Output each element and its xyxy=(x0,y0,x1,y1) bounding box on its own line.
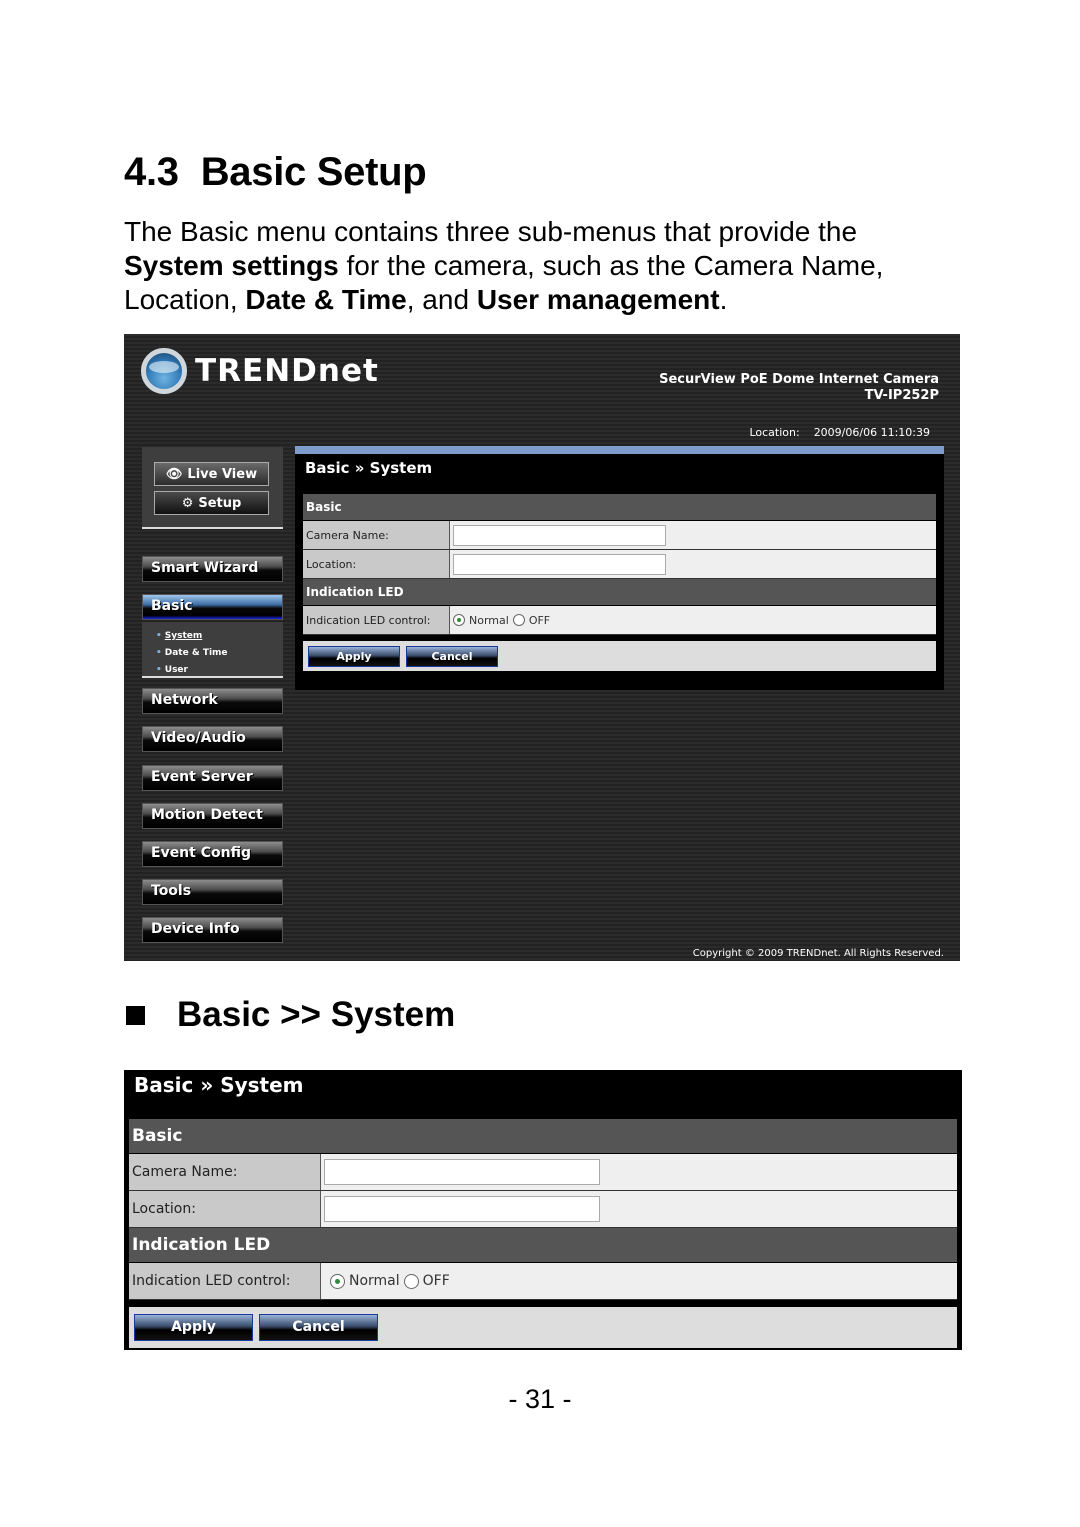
intro-paragraph: The Basic menu contains three sub-menus … xyxy=(124,215,944,317)
location-label: Location: xyxy=(749,426,800,439)
gears-icon: ⚙ xyxy=(181,495,194,511)
brand-name: TRENDnet xyxy=(195,353,379,389)
camera-name-row: Camera Name: xyxy=(303,521,936,550)
apply-button[interactable]: Apply xyxy=(308,645,400,667)
nav-motion-detect[interactable]: Motion Detect xyxy=(142,803,283,829)
subsection-title: Basic >> System xyxy=(177,995,456,1034)
led-normal-label: Normal xyxy=(349,1273,400,1289)
led-control-label: Indication LED control: xyxy=(303,606,450,634)
nav-event-server[interactable]: Event Server xyxy=(142,765,283,791)
basic-submenu: • System • Date & Time • User xyxy=(142,622,283,678)
copyright: Copyright © 2009 TRENDnet. All Rights Re… xyxy=(692,948,944,959)
product-model: TV-IP252P xyxy=(864,388,939,403)
led-control-row: Indication LED control: Normal OFF xyxy=(303,606,936,635)
led-control-row: Indication LED control: Normal OFF xyxy=(129,1263,957,1300)
apply-button[interactable]: Apply xyxy=(134,1314,253,1341)
nav-device-info[interactable]: Device Info xyxy=(142,917,283,943)
setup-label: Setup xyxy=(198,495,242,511)
live-view-button[interactable]: 👁 Live View xyxy=(154,462,269,486)
nav-event-config[interactable]: Event Config xyxy=(142,841,283,867)
mode-switch-panel: 👁 Live View ⚙ Setup xyxy=(142,447,283,529)
section-number: 4.3 xyxy=(124,150,179,194)
page-number: - 31 - xyxy=(508,1384,572,1414)
submenu-date-time[interactable]: • Date & Time xyxy=(156,645,283,662)
section-basic: Basic xyxy=(129,1119,957,1154)
nav-basic[interactable]: Basic xyxy=(142,594,283,620)
basic-system-panel: Basic » System Basic Camera Name: Locati… xyxy=(295,446,944,690)
eye-icon: 👁 xyxy=(165,466,183,482)
nav-video-audio[interactable]: Video/Audio xyxy=(142,726,283,752)
camera-name-label: Camera Name: xyxy=(303,521,450,549)
location-row: Location: xyxy=(129,1191,957,1228)
camera-name-label: Camera Name: xyxy=(129,1154,321,1190)
square-bullet-icon xyxy=(126,1005,145,1025)
intro-bold-user-management: User management xyxy=(476,284,720,315)
camera-name-input[interactable] xyxy=(324,1159,600,1185)
intro-bold-system-settings: System settings xyxy=(124,250,339,281)
intro-bold-date-time: Date & Time xyxy=(245,284,407,315)
submenu-system[interactable]: • System xyxy=(156,628,283,645)
cancel-button[interactable]: Cancel xyxy=(406,645,498,667)
camera-ui-screenshot: TRENDnet SecurView PoE Dome Internet Cam… xyxy=(124,334,960,961)
nav-smart-wizard[interactable]: Smart Wizard xyxy=(142,556,283,582)
action-bar: Apply Cancel xyxy=(129,1307,957,1348)
setup-button[interactable]: ⚙ Setup xyxy=(154,491,269,515)
intro-text: . xyxy=(719,284,728,315)
nav-tools[interactable]: Tools xyxy=(142,879,283,905)
led-off-radio[interactable] xyxy=(403,1273,419,1289)
subsection-heading: Basic >> System xyxy=(126,995,455,1035)
trendnet-logo: TRENDnet xyxy=(141,348,379,394)
product-info: SecurView PoE Dome Internet Camera TV-IP… xyxy=(659,372,939,404)
camera-name-row: Camera Name: xyxy=(129,1154,957,1191)
section-basic: Basic xyxy=(303,494,936,521)
intro-text: , and xyxy=(406,284,477,315)
location-label: Location: xyxy=(129,1191,321,1227)
submenu-user[interactable]: • User xyxy=(156,662,283,679)
basic-system-panel-zoomed: Basic » System Basic Camera Name: Locati… xyxy=(124,1070,962,1350)
live-view-label: Live View xyxy=(187,466,258,482)
section-title: Basic Setup xyxy=(200,150,427,194)
led-normal-radio[interactable] xyxy=(330,1273,345,1289)
cancel-button[interactable]: Cancel xyxy=(259,1314,378,1341)
led-normal-radio[interactable] xyxy=(453,614,465,626)
settings-table: Basic Camera Name: Location: Indication … xyxy=(303,494,936,671)
location-input[interactable] xyxy=(324,1196,600,1222)
settings-table: Basic Camera Name: Location: Indication … xyxy=(129,1119,957,1348)
location-row: Location: xyxy=(303,550,936,579)
camera-name-input[interactable] xyxy=(453,524,666,546)
datetime-value: 2009/06/06 11:10:39 xyxy=(813,426,930,439)
led-off-label: OFF xyxy=(422,1273,450,1289)
product-name: SecurView PoE Dome Internet Camera xyxy=(659,372,939,387)
nav-network[interactable]: Network xyxy=(142,688,283,714)
intro-text: The Basic menu contains three sub-menus … xyxy=(124,216,858,247)
section-indication-led: Indication LED xyxy=(129,1228,957,1263)
panel-title: Basic » System xyxy=(134,1073,304,1097)
section-heading: 4.3 Basic Setup xyxy=(124,150,427,195)
logo-globe-icon xyxy=(141,348,187,394)
led-off-radio[interactable] xyxy=(512,614,525,626)
section-indication-led: Indication LED xyxy=(303,579,936,606)
location-input[interactable] xyxy=(453,553,666,575)
location-datetime: Location: 2009/06/06 11:10:39 xyxy=(749,426,930,439)
led-control-label: Indication LED control: xyxy=(129,1263,321,1299)
location-label: Location: xyxy=(303,550,450,578)
led-off-label: OFF xyxy=(528,613,551,627)
panel-title: Basic » System xyxy=(305,459,433,477)
action-bar: Apply Cancel xyxy=(303,641,936,671)
led-normal-label: Normal xyxy=(469,613,509,627)
